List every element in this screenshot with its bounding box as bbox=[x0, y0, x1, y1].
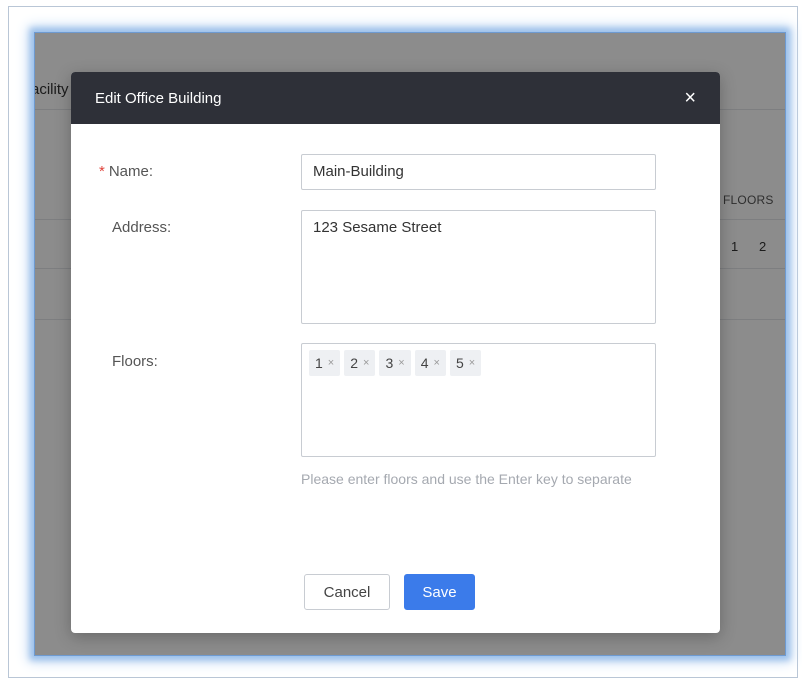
floor-tag: 4 × bbox=[414, 350, 446, 376]
floor-tag-label: 2 bbox=[350, 355, 359, 371]
dialog-title: Edit Office Building bbox=[95, 89, 222, 107]
remove-tag-icon[interactable]: × bbox=[398, 357, 404, 369]
dialog-header: Edit Office Building × bbox=[71, 72, 720, 124]
floor-tag: 2 × bbox=[344, 350, 376, 376]
name-input[interactable]: Main-Building bbox=[301, 154, 656, 190]
address-textarea[interactable]: 123 Sesame Street bbox=[301, 210, 656, 324]
floor-tag-label: 1 bbox=[315, 355, 323, 371]
name-label-text: Name: bbox=[108, 163, 154, 180]
floor-tag: 5 × bbox=[449, 350, 482, 376]
floors-tag-input[interactable]: 1 × 2 × 3 × 4 × 5 × bbox=[301, 343, 656, 457]
save-button[interactable]: Save bbox=[404, 574, 475, 610]
edit-office-building-dialog: Edit Office Building × * Name: Main-Build… bbox=[71, 72, 720, 633]
floor-tag-label: 3 bbox=[385, 355, 394, 371]
floor-tag-label: 4 bbox=[420, 355, 429, 371]
address-label: Address: bbox=[112, 219, 172, 236]
remove-tag-icon[interactable]: × bbox=[469, 357, 475, 369]
remove-tag-icon[interactable]: × bbox=[328, 357, 334, 369]
remove-tag-icon[interactable]: × bbox=[363, 357, 369, 369]
floors-label: Floors: bbox=[112, 353, 158, 370]
floor-tag-label: 5 bbox=[455, 355, 464, 371]
remove-tag-icon[interactable]: × bbox=[434, 357, 440, 369]
floor-tag: 1 × bbox=[309, 350, 341, 376]
floor-tag: 3 × bbox=[379, 350, 411, 376]
close-icon[interactable]: × bbox=[684, 88, 696, 108]
name-label: * Name: bbox=[99, 163, 153, 180]
required-asterisk: * bbox=[99, 163, 105, 180]
floors-hint-text: Please enter floors and use the Enter ke… bbox=[301, 471, 632, 487]
cancel-button[interactable]: Cancel bbox=[304, 574, 390, 610]
